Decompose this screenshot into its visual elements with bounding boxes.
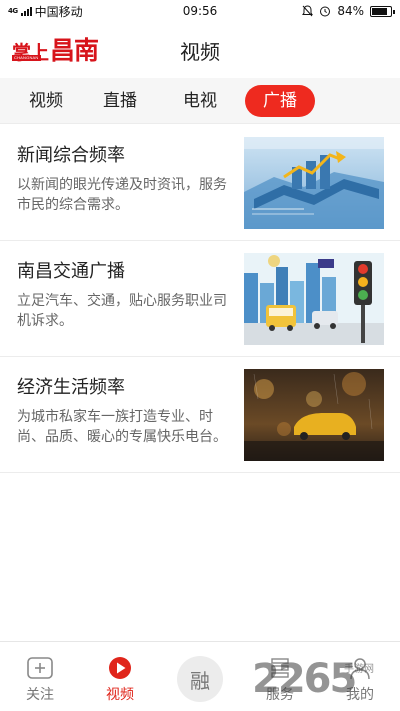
nav-service[interactable]: 服务 <box>240 642 320 711</box>
tab-live[interactable]: 直播 <box>96 85 144 117</box>
alarm-icon <box>320 6 331 17</box>
item-description: 立足汽车、交通，贴心服务职业司机诉求。 <box>17 293 227 329</box>
status-bar: 4G 中国移动 09:56 84% <box>0 0 400 22</box>
tab-video[interactable]: 视频 <box>22 85 70 117</box>
list-item[interactable]: 新闻综合频率 以新闻的眼光传递及时资讯，服务市民的综合需求。 <box>0 125 400 241</box>
radio-list: 新闻综合频率 以新闻的眼光传递及时资讯，服务市民的综合需求。 南昌交通广播 立足… <box>0 125 400 473</box>
nav-label: 视频 <box>106 687 134 703</box>
nav-label: 服务 <box>266 687 294 703</box>
city-rain-thumbnail-image <box>244 369 384 461</box>
list-item[interactable]: 经济生活频率 为城市私家车一族打造专业、时尚、品质、暖心的专属快乐电台。 <box>0 357 400 473</box>
item-title: 南昌交通广播 <box>17 261 125 282</box>
item-thumbnail <box>244 253 384 345</box>
signal-icon <box>20 6 32 16</box>
tab-radio[interactable]: 广播 <box>245 85 315 117</box>
category-tabs: 视频 直播 电视 广播 <box>0 78 400 124</box>
network-type: 4G <box>8 6 18 15</box>
nav-label: 关注 <box>26 687 54 703</box>
user-icon <box>342 654 378 682</box>
traffic-thumbnail-image <box>244 253 384 345</box>
follow-icon <box>22 654 58 682</box>
item-description: 为城市私家车一族打造专业、时尚、品质、暖心的专属快乐电台。 <box>17 409 227 445</box>
tab-tv[interactable]: 电视 <box>176 85 224 117</box>
status-right: 84% <box>282 4 395 18</box>
item-title: 新闻综合频率 <box>17 145 125 166</box>
carrier-name: 中国移动 <box>34 4 83 19</box>
item-thumbnail <box>244 369 384 461</box>
list-item[interactable]: 南昌交通广播 立足汽车、交通，贴心服务职业司机诉求。 <box>0 241 400 357</box>
mute-icon <box>302 5 314 17</box>
nav-mine[interactable]: 我的 <box>320 642 400 711</box>
battery-icon <box>370 5 395 17</box>
app-header: 掌上 昌南 CHANGNAN 视频 <box>0 22 400 74</box>
status-time: 09:56 <box>182 4 218 18</box>
nav-follow[interactable]: 关注 <box>0 642 80 711</box>
battery-percent: 84% <box>337 4 364 18</box>
nav-video[interactable]: 视频 <box>80 642 160 711</box>
play-icon <box>102 654 138 682</box>
page-title: 视频 <box>180 40 220 64</box>
nav-label: 我的 <box>346 687 374 703</box>
news-thumbnail-image <box>244 137 384 229</box>
item-title: 经济生活频率 <box>17 377 125 398</box>
item-description: 以新闻的眼光传递及时资讯，服务市民的综合需求。 <box>17 177 227 213</box>
bottom-navigation: 关注 视频 融 服务 我的 <box>0 641 400 711</box>
center-fusion-button[interactable]: 融 <box>177 656 223 702</box>
grid-icon <box>262 654 298 682</box>
item-thumbnail <box>244 137 384 229</box>
